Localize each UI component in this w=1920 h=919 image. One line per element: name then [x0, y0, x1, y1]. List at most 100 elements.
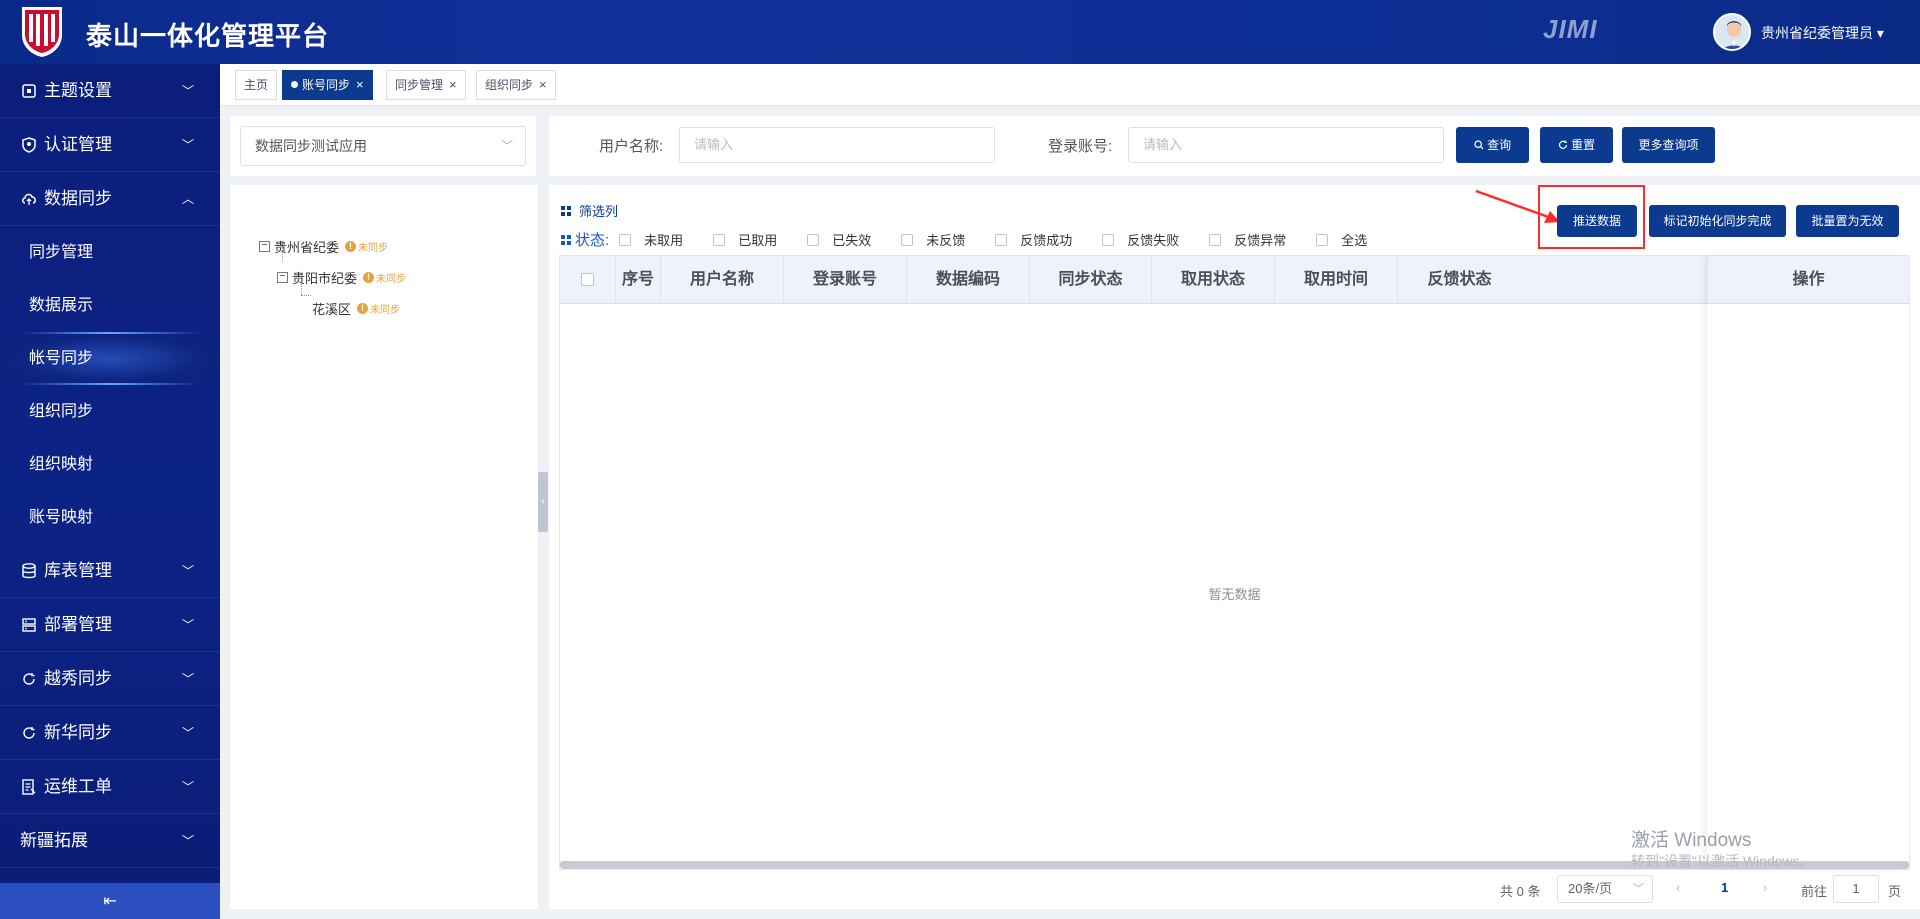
goto-label: 前往 [1801, 884, 1828, 899]
more-query-button[interactable]: 更多查询项 [1622, 127, 1715, 163]
page-size-select[interactable]: 20条/页 ﹀ [1557, 875, 1653, 903]
sidebar-item-deployment[interactable]: 部署管理 ﹀ [0, 598, 220, 652]
sidebar-item-yuexiu-sync[interactable]: 越秀同步 ﹀ [0, 652, 220, 706]
checkbox[interactable] [995, 233, 1008, 246]
account-table: 序号 用户名称 登录账号 数据编码 同步状态 取用状态 取用时间 反馈状态 操作… [559, 255, 1910, 870]
user-name-label: 用户名称: [599, 138, 664, 155]
empty-state-text: 暂无数据 [1208, 587, 1261, 602]
checkbox[interactable] [901, 233, 914, 246]
sidebar-item-ops-ticket[interactable]: 运维工单 ﹀ [0, 760, 220, 814]
mark-init-sync-complete-button[interactable]: 标记初始化同步完成 [1649, 205, 1786, 237]
chevron-down-icon: ﹀ [181, 618, 194, 632]
sidebar-subitem-org-sync[interactable]: 组织同步 [0, 385, 220, 438]
sidebar-item-xinhua-sync[interactable]: 新华同步 ﹀ [0, 706, 220, 760]
tab-sync-management[interactable]: 同步管理 × [386, 70, 466, 100]
tab-account-sync[interactable]: 账号同步 × [282, 70, 373, 100]
status-filter: 状态: 未取用 已取用 已失效 未反馈 反馈成功 反馈失败 反馈异常 全选 [561, 229, 1367, 250]
sidebar-subitem-account-sync[interactable]: 帐号同步 [0, 332, 220, 385]
user-menu[interactable]: 贵州省纪委管理员 ▾ [1761, 23, 1884, 43]
close-icon[interactable]: × [449, 77, 457, 92]
chevron-down-icon: ﹀ [1633, 883, 1644, 895]
checkbox[interactable] [619, 233, 632, 246]
active-dot-icon [291, 81, 298, 88]
sidebar-item-label: 新华同步 [44, 722, 112, 742]
user-name-input[interactable]: 请输入 [679, 127, 995, 163]
sidebar-item-db-tables[interactable]: 库表管理 ﹀ [0, 544, 220, 598]
user-name: 贵州省纪委管理员 [1761, 25, 1873, 41]
status-checkbox-feedback-abnormal[interactable]: 反馈异常 [1209, 230, 1286, 249]
tab-home[interactable]: 主页 [235, 70, 278, 100]
app-title: 泰山一体化管理平台 [86, 21, 330, 51]
sidebar-subitem-sync-management[interactable]: 同步管理 [0, 226, 220, 279]
unsynced-badge: ! 未同步 [363, 270, 406, 285]
close-icon[interactable]: × [356, 77, 364, 92]
unsynced-badge: ! 未同步 [357, 301, 400, 316]
page-suffix: 页 [1888, 884, 1902, 899]
top-header: 泰山一体化管理平台 JIMI 贵州省纪委管理员 ▾ [0, 0, 1920, 64]
collapse-toggle-icon[interactable]: − [259, 241, 270, 252]
sidebar-subitem-data-display[interactable]: 数据展示 [0, 279, 220, 332]
app-select[interactable]: 数据同步测试应用 ﹀ [240, 126, 526, 166]
ticket-icon [20, 778, 38, 796]
unsynced-badge: ! 未同步 [345, 239, 388, 254]
column-header: 数据编码 [907, 256, 1030, 304]
sidebar-collapse-button[interactable]: ⇤ [0, 883, 220, 919]
reset-button[interactable]: 重置 [1540, 127, 1613, 163]
sidebar-subitem-account-mapping[interactable]: 账号映射 [0, 491, 220, 544]
checkbox[interactable] [713, 233, 726, 246]
checkbox-label: 反馈成功 [1020, 233, 1073, 248]
batch-set-invalid-button[interactable]: 批量置为无效 [1796, 205, 1899, 237]
chevron-down-icon: ﹀ [181, 84, 194, 98]
select-all-header[interactable] [560, 256, 616, 304]
checkbox[interactable] [1102, 233, 1115, 246]
column-header: 取用状态 [1152, 256, 1275, 304]
chevron-down-icon: ﹀ [500, 139, 513, 153]
page-number-current[interactable]: 1 [1721, 880, 1728, 895]
checkbox[interactable] [1209, 233, 1222, 246]
sidebar-item-xinjiang-expand[interactable]: 新疆拓展 ﹀ [0, 814, 220, 868]
checkbox-label: 未取用 [644, 233, 684, 248]
tab-org-sync[interactable]: 组织同步 × [476, 70, 556, 100]
status-checkbox-not-taken[interactable]: 未取用 [619, 230, 683, 249]
push-data-button[interactable]: 推送数据 [1557, 205, 1637, 237]
status-checkbox-select-all[interactable]: 全选 [1316, 230, 1367, 249]
caret-down-icon: ▾ [1876, 25, 1884, 41]
logo-icon [22, 7, 62, 57]
checkbox[interactable] [1316, 233, 1329, 246]
sidebar-item-data-sync[interactable]: 数据同步 ︿ [0, 172, 220, 226]
tree-node[interactable]: − 贵州省纪委 ! 未同步 [259, 237, 388, 256]
windows-activation-subtext: 转到"设置"以激活 Windows。 [1631, 853, 1814, 869]
tree-node[interactable]: 花溪区 ! 未同步 [312, 299, 400, 318]
page-size-value: 20条/页 [1568, 881, 1613, 896]
column-header: 序号 [616, 256, 661, 304]
tree-node[interactable]: − 贵阳市纪委 ! 未同步 [277, 268, 406, 287]
checkbox[interactable] [807, 233, 820, 246]
login-account-input[interactable]: 请输入 [1128, 127, 1444, 163]
sidebar-item-theme[interactable]: 主题设置 ﹀ [0, 64, 220, 118]
warning-icon: ! [363, 272, 375, 283]
column-header: 同步状态 [1030, 256, 1152, 304]
status-checkbox-taken[interactable]: 已取用 [713, 230, 777, 249]
sidebar-subitem-org-mapping[interactable]: 组织映射 [0, 438, 220, 491]
prev-page-button[interactable]: ‹ [1676, 880, 1680, 895]
query-label: 查询 [1487, 138, 1512, 152]
status-checkbox-feedback-failed[interactable]: 反馈失败 [1102, 230, 1179, 249]
checkbox-label: 反馈异常 [1234, 233, 1287, 248]
checkbox[interactable] [581, 273, 594, 287]
goto-page-input[interactable]: 1 [1833, 875, 1879, 903]
panel-splitter[interactable]: ‹ [538, 472, 548, 532]
collapse-toggle-icon[interactable]: − [277, 272, 288, 283]
avatar[interactable] [1713, 13, 1751, 51]
query-button[interactable]: 查询 [1456, 127, 1529, 163]
next-page-button[interactable]: › [1763, 880, 1767, 895]
filter-columns-button[interactable]: 筛选列 [561, 201, 618, 220]
close-icon[interactable]: × [539, 77, 547, 92]
sidebar-item-label: 运维工单 [44, 776, 112, 796]
sidebar: 主题设置 ﹀ 认证管理 ﹀ 数据同步 ︿ 同步管理 数据展示 帐号同步 组织同步… [0, 64, 220, 919]
status-checkbox-feedback-success[interactable]: 反馈成功 [995, 230, 1072, 249]
status-checkbox-expired[interactable]: 已失效 [807, 230, 871, 249]
status-text: 未同步 [376, 274, 407, 285]
status-checkbox-no-feedback[interactable]: 未反馈 [901, 230, 965, 249]
tree-node-label: 贵州省纪委 [274, 240, 340, 255]
sidebar-item-auth[interactable]: 认证管理 ﹀ [0, 118, 220, 172]
